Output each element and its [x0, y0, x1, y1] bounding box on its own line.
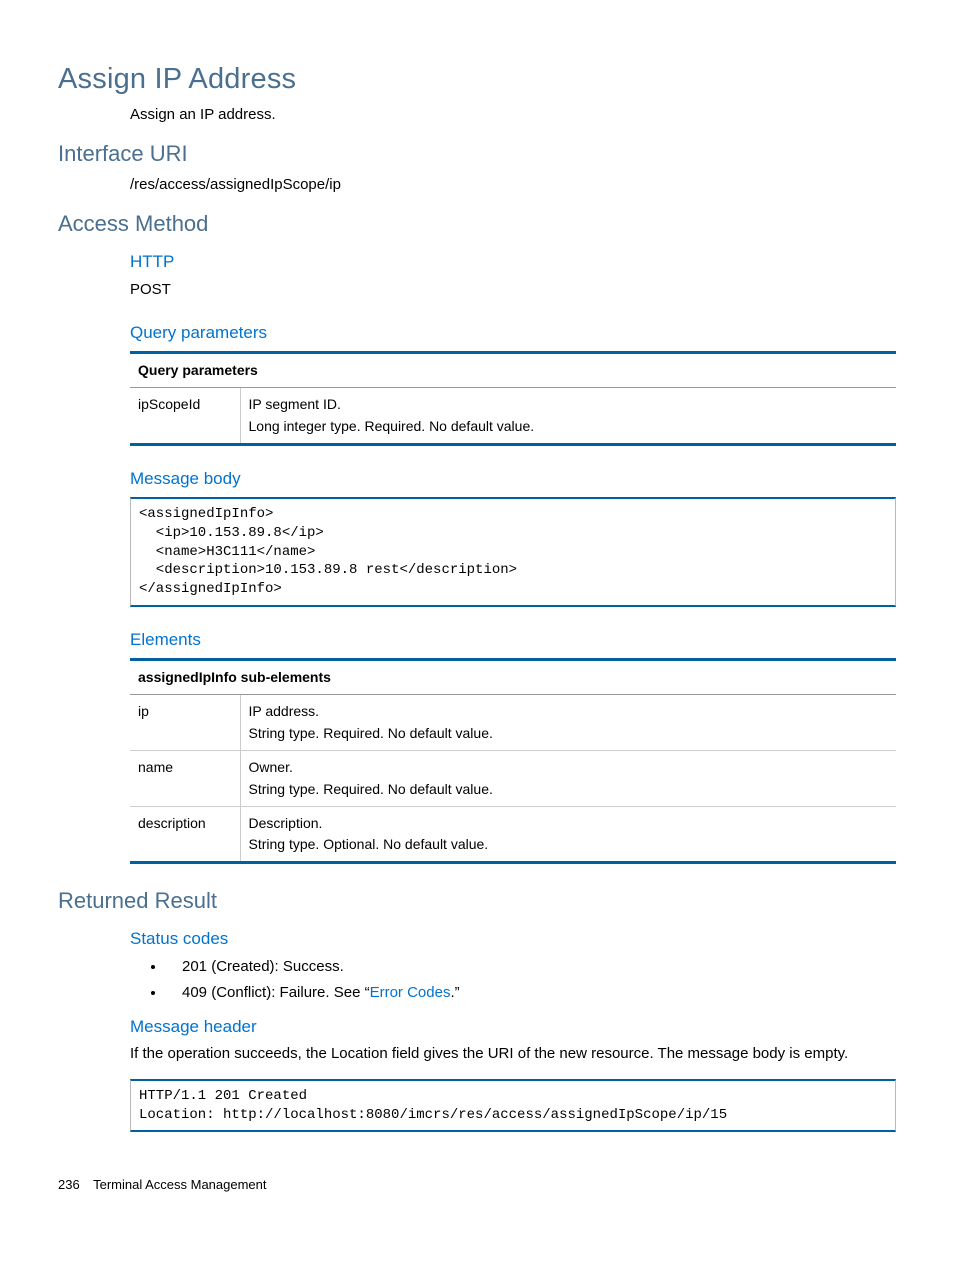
element-desc: IP address. String type. Required. No de… [240, 695, 896, 751]
message-body-heading: Message body [58, 468, 896, 491]
message-header-text: If the operation succeeds, the Location … [130, 1044, 896, 1064]
status-item: 201 (Created): Success. [166, 957, 896, 977]
elements-heading: Elements [58, 629, 896, 652]
element-name: name [130, 750, 240, 806]
table-row: ipScopeId IP segment ID. Long integer ty… [130, 388, 896, 445]
message-header-heading: Message header [58, 1016, 896, 1039]
table-caption: Query parameters [130, 353, 896, 388]
interface-uri-heading: Interface URI [58, 139, 896, 169]
elements-table: assignedIpInfo sub-elements ip IP addres… [130, 658, 896, 864]
status-codes-heading: Status codes [58, 928, 896, 951]
status-item: 409 (Conflict): Failure. See “Error Code… [166, 983, 896, 1003]
element-desc: Owner. String type. Required. No default… [240, 750, 896, 806]
query-parameters-table: Query parameters ipScopeId IP segment ID… [130, 351, 896, 446]
http-heading: HTTP [58, 251, 896, 274]
page-footer: 236 Terminal Access Management [58, 1176, 896, 1194]
message-header-code: HTTP/1.1 201 Created Location: http://lo… [130, 1079, 896, 1133]
message-body-code: <assignedIpInfo> <ip>10.153.89.8</ip> <n… [130, 497, 896, 607]
element-name: description [130, 806, 240, 863]
query-parameters-heading: Query parameters [58, 322, 896, 345]
page-number: 236 [58, 1177, 80, 1192]
table-row: name Owner. String type. Required. No de… [130, 750, 896, 806]
interface-uri-value: /res/access/assignedIpScope/ip [58, 175, 896, 195]
status-codes-list: 201 (Created): Success. 409 (Conflict): … [58, 957, 896, 1004]
access-method-heading: Access Method [58, 209, 896, 239]
error-codes-link[interactable]: Error Codes [370, 984, 451, 1001]
element-name: ip [130, 695, 240, 751]
intro-text: Assign an IP address. [58, 105, 896, 125]
table-row: description Description. String type. Op… [130, 806, 896, 863]
param-desc: IP segment ID. Long integer type. Requir… [240, 388, 896, 445]
http-value: POST [58, 280, 896, 300]
param-name: ipScopeId [130, 388, 240, 445]
table-caption: assignedIpInfo sub-elements [130, 660, 896, 695]
table-row: ip IP address. String type. Required. No… [130, 695, 896, 751]
returned-result-heading: Returned Result [58, 886, 896, 916]
footer-section: Terminal Access Management [93, 1177, 266, 1192]
element-desc: Description. String type. Optional. No d… [240, 806, 896, 863]
page-title: Assign IP Address [58, 60, 896, 99]
